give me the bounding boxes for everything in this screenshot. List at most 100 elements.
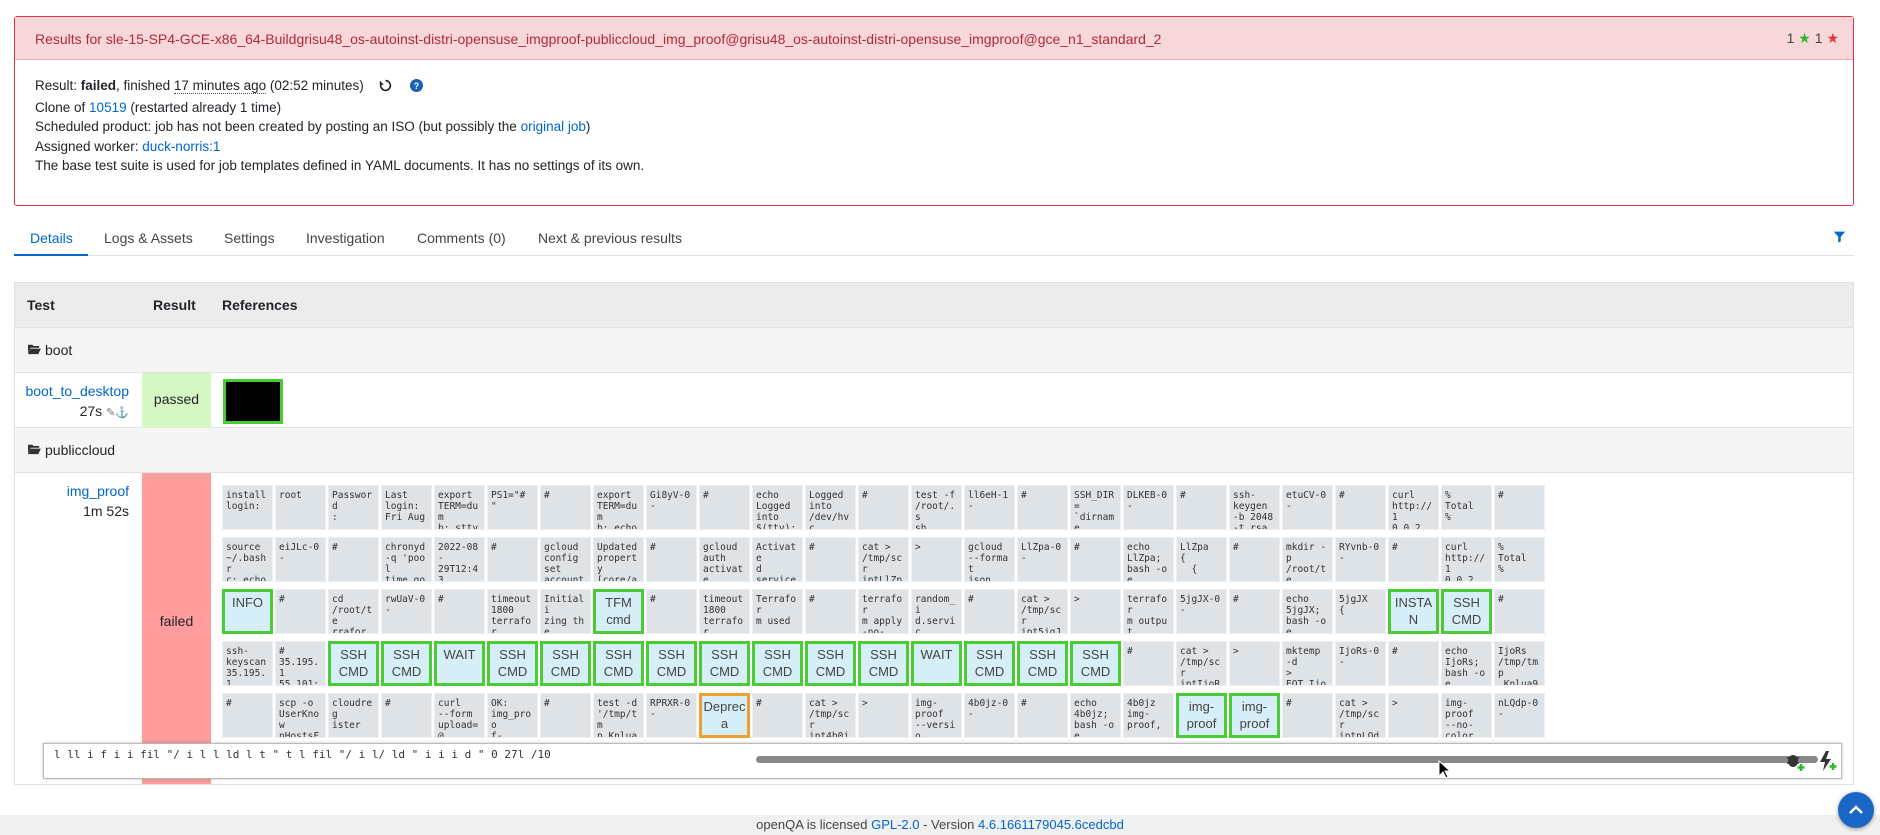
step-thumbnail[interactable]: SSH CMD <box>1070 641 1121 686</box>
step-thumbnail[interactable]: gcloud auth activate - <box>699 537 750 582</box>
step-thumbnail[interactable]: # <box>1017 485 1068 530</box>
scroll-to-top-button[interactable] <box>1838 792 1874 828</box>
step-thumbnail[interactable]: INFO <box>222 589 273 634</box>
step-thumbnail[interactable]: terrafor m output -json > <box>1123 589 1174 634</box>
step-thumbnail[interactable]: > <box>1388 693 1439 738</box>
step-thumbnail[interactable]: cloudreg ister <box>328 693 379 738</box>
step-thumbnail[interactable]: 4b0jz img- proof, <box>1123 693 1174 738</box>
help-icon[interactable]: ? <box>410 78 424 98</box>
step-thumbnail[interactable]: test -f /root/.s sh /id_rsa; <box>911 485 962 530</box>
step-thumbnail[interactable]: LlZpa { { <box>1176 537 1227 582</box>
step-thumbnail[interactable]: SSH CMD <box>646 641 697 686</box>
step-thumbnail[interactable]: ssh- keyscan 35.195.1 55.101 <box>222 641 273 686</box>
tab-logs-assets[interactable]: Logs & Assets <box>104 230 193 246</box>
step-thumbnail[interactable]: WAIT <box>911 641 962 686</box>
step-thumbnail[interactable]: Activate d service <box>752 537 803 582</box>
step-thumbnail[interactable]: > <box>1229 641 1280 686</box>
step-thumbnail[interactable]: # <box>964 589 1015 634</box>
step-thumbnail[interactable]: IjoRs /tmp/tmp .Knlua9b <box>1494 641 1545 686</box>
test-link-boot-to-desktop[interactable]: boot_to_desktop <box>25 383 129 399</box>
step-thumbnail[interactable]: # <box>1335 485 1386 530</box>
license-link[interactable]: GPL-2.0 <box>871 817 919 832</box>
step-thumbnail[interactable]: scp -o UserKnow nHostsFi le=/dev/ <box>275 693 326 738</box>
step-thumbnail[interactable]: SSH CMD <box>805 641 856 686</box>
step-thumbnail[interactable]: chronyd -q 'pool time.goo gle.com <box>381 537 432 582</box>
step-thumbnail[interactable]: # <box>434 589 485 634</box>
test-link-img-proof[interactable]: img_proof <box>67 483 129 499</box>
step-thumbnail[interactable]: # <box>805 589 856 634</box>
step-thumbnail[interactable]: # <box>1282 693 1333 738</box>
step-thumbnail[interactable]: # <box>752 693 803 738</box>
step-thumbnail[interactable]: curl --form upload=@ /tmp <box>434 693 485 738</box>
step-thumbnail[interactable]: RYvnb-0- <box>1335 537 1386 582</box>
step-thumbnail[interactable]: # <box>699 485 750 530</box>
step-thumbnail[interactable]: echo 5jgJX; bash -oe pipefail <box>1282 589 1333 634</box>
step-thumbnail[interactable]: cat > /tmp/scr ipt5jgJX .sh << <box>1017 589 1068 634</box>
step-thumbnail[interactable]: # <box>1494 589 1545 634</box>
step-thumbnail[interactable]: > <box>1070 589 1121 634</box>
step-thumbnail[interactable]: # <box>222 693 273 738</box>
step-thumbnail[interactable]: Terrafor m used <box>752 589 803 634</box>
step-thumbnail[interactable]: # <box>540 485 591 530</box>
step-thumbnail[interactable]: source ~/.bashr c; echo eiJLc-$? <box>222 537 273 582</box>
step-thumbnail[interactable]: SSH CMD <box>699 641 750 686</box>
step-thumbnail[interactable]: ll6eH-1- <box>964 485 1015 530</box>
step-thumbnail[interactable]: Depreca ted <box>699 693 750 738</box>
tab-details[interactable]: Details <box>30 230 73 246</box>
step-thumbnail[interactable]: terrafor m apply -no- color <box>858 589 909 634</box>
step-thumbnail[interactable]: eiJLc-0- <box>275 537 326 582</box>
step-thumbnail[interactable]: # <box>1388 641 1439 686</box>
worker-link[interactable]: duck-norris:1 <box>142 139 220 154</box>
step-thumbnail[interactable]: 4b0jz-0- <box>964 693 1015 738</box>
step-thumbnail[interactable]: INSTAN CE <box>1388 589 1439 634</box>
step-thumbnail[interactable]: SSH CMD <box>1441 589 1492 634</box>
tab-next-previous[interactable]: Next & previous results <box>538 230 682 246</box>
screenshot-thumbnail[interactable] <box>223 379 283 424</box>
step-thumbnail[interactable]: SSH CMD <box>487 641 538 686</box>
step-thumbnail[interactable]: SSH CMD <box>1017 641 1068 686</box>
step-thumbnail[interactable]: export TERM=dum b; echo Gi8yV-$? <box>593 485 644 530</box>
bug-add-icon[interactable] <box>1784 750 1806 775</box>
step-thumbnail[interactable]: cat > /tmp/scr ipt4b0jz .sh << <box>805 693 856 738</box>
step-thumbnail[interactable]: cat > /tmp/scr iptLlZpa .sh << <box>858 537 909 582</box>
step-thumbnail[interactable]: Last login: Fri Aug <box>381 485 432 530</box>
step-thumbnail[interactable]: # <box>1388 537 1439 582</box>
step-thumbnail[interactable]: gcloud config set account <box>540 537 591 582</box>
step-thumbnail[interactable]: Initiali zing the <box>540 589 591 634</box>
step-thumbnail[interactable]: cat > /tmp/scr iptnLQdp .sh << <box>1335 693 1386 738</box>
step-thumbnail[interactable]: cd /root/te rraform; echo <box>328 589 379 634</box>
tab-investigation[interactable]: Investigation <box>306 230 385 246</box>
step-thumbnail[interactable]: SSH CMD <box>752 641 803 686</box>
step-thumbnail[interactable]: # <box>1229 589 1280 634</box>
step-thumbnail[interactable]: 5jgJX-0- <box>1176 589 1227 634</box>
step-thumbnail[interactable]: # <box>646 537 697 582</box>
step-thumbnail[interactable]: SSH CMD <box>540 641 591 686</box>
step-thumbnail[interactable]: # <box>1123 641 1174 686</box>
step-thumbnail[interactable]: curl http://1 0.0.2.2: 20013 <box>1388 485 1439 530</box>
step-thumbnail[interactable]: SSH CMD <box>593 641 644 686</box>
step-thumbnail[interactable]: Updated property [core/ac <box>593 537 644 582</box>
step-thumbnail[interactable]: IjoRs-0- <box>1335 641 1386 686</box>
tab-settings[interactable]: Settings <box>224 230 275 246</box>
step-thumbnail[interactable]: # <box>381 693 432 738</box>
step-thumbnail[interactable]: TFM cmd <box>593 589 644 634</box>
needle-add-icon[interactable] <box>1816 750 1838 775</box>
step-thumbnail[interactable]: % Total % <box>1494 537 1545 582</box>
step-thumbnail[interactable]: SSH_DIR= `dirname /root/.s sh <box>1070 485 1121 530</box>
step-thumbnail[interactable]: curl http://1 0.0.2.2: 20013 <box>1441 537 1492 582</box>
step-thumbnail[interactable]: test -d '/tmp/tm p.Knlua9 bJSM' && <box>593 693 644 738</box>
step-thumbnail[interactable]: SSH CMD <box>964 641 1015 686</box>
step-thumbnail[interactable]: SSH CMD <box>381 641 432 686</box>
step-thumbnail[interactable]: etuCV-0- <box>1282 485 1333 530</box>
version-link[interactable]: 4.6.1661179045.6cedcbd <box>978 817 1124 832</box>
clone-link[interactable]: 10519 <box>89 100 127 115</box>
step-thumbnail[interactable]: Logged into /dev/hvc <box>805 485 856 530</box>
step-thumbnail[interactable]: % Total % <box>1441 485 1492 530</box>
step-thumbnail[interactable]: SSH CMD <box>328 641 379 686</box>
step-thumbnail[interactable]: img- proof --no- color <box>1441 693 1492 738</box>
step-thumbnail[interactable]: # <box>328 537 379 582</box>
step-thumbnail[interactable]: DLKEB-0- <box>1123 485 1174 530</box>
step-thumbnail[interactable]: cat > /tmp/scr iptIjoRs .sh << <box>1176 641 1227 686</box>
step-thumbnail[interactable]: # <box>1229 537 1280 582</box>
step-thumbnail[interactable]: WAIT <box>434 641 485 686</box>
